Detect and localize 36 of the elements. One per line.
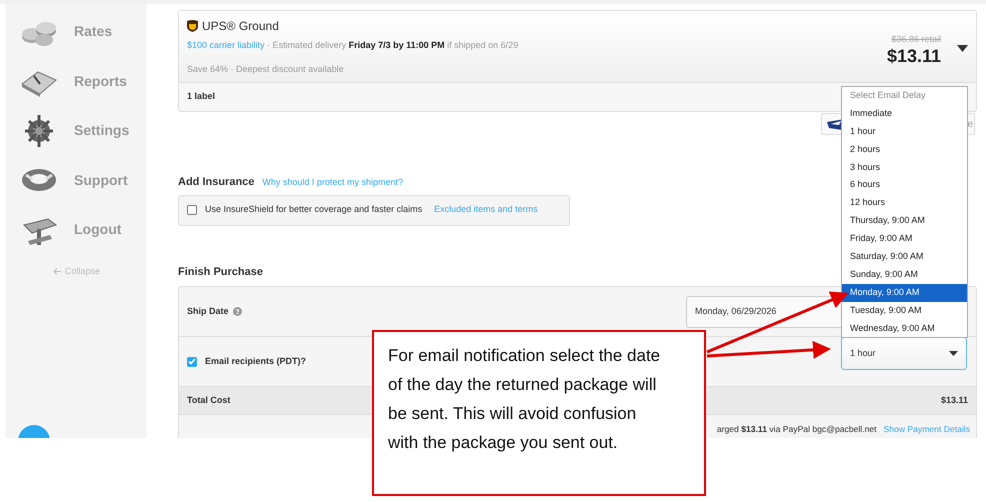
arrow-icon	[53, 268, 61, 275]
dropdown-option[interactable]: 3 hours	[842, 158, 967, 176]
email-delay-select[interactable]: 1 hour	[841, 337, 967, 370]
dropdown-option[interactable]: Monday, 9:00 AM	[842, 284, 967, 302]
dropdown-option[interactable]: Friday, 9:00 AM	[842, 230, 967, 248]
dropdown-option[interactable]: Sunday, 9:00 AM	[842, 266, 967, 284]
dropdown-option[interactable]: 1 hour	[842, 122, 967, 141]
badge-text: e	[967, 118, 973, 132]
total-value: $13.11	[940, 394, 968, 407]
carrier-name: UPS® Ground	[202, 18, 279, 35]
field-label: Ship Date	[187, 304, 242, 318]
callout-box: For email notification select the date of the day the returned package will be sent. This will avoid confusion with the package you sent out.	[372, 330, 706, 496]
dropdown-option[interactable]: Saturday, 9:00 AM	[842, 248, 967, 266]
savings-text: Save 64% · Deepest discount available	[187, 62, 345, 76]
dropdown-option[interactable]: Tuesday, 9:00 AM	[842, 302, 967, 320]
payment-text: arged $13.11 via PayPal bgc@pacbell.net	[716, 423, 877, 436]
caret-icon[interactable]	[957, 45, 968, 52]
dropdown-option[interactable]: 2 hours	[842, 140, 967, 159]
price: $13.11	[886, 46, 941, 64]
checkbox[interactable]	[187, 356, 197, 366]
dropdown-option[interactable]: 12 hours	[842, 194, 967, 212]
section-title: Finish Purchase	[178, 264, 263, 280]
shield-logo-icon	[187, 20, 198, 32]
total-label: Total Cost	[187, 394, 230, 407]
dropdown-option[interactable]: Thursday, 9:00 AM	[842, 212, 967, 230]
caret-icon	[949, 351, 958, 356]
retail-price: $36.86 retail	[890, 33, 941, 46]
dropdown-option: Select Email Delay	[842, 87, 967, 105]
section-title: Add Insurance	[178, 175, 254, 190]
checkbox-label: Use InsureShield for better coverage and faster claims	[205, 203, 422, 216]
checkbox[interactable]	[187, 205, 197, 215]
help-icon[interactable]	[232, 307, 242, 316]
delivery-text: · Estimated delivery Friday 7/3 by 11:00 PM if shipped on 6/29	[267, 40, 518, 50]
dropdown-option[interactable]: 6 hours	[842, 176, 967, 194]
label-count: 1 label	[187, 90, 216, 104]
checkbox-label: Email recipients (PDT)?	[205, 354, 306, 368]
